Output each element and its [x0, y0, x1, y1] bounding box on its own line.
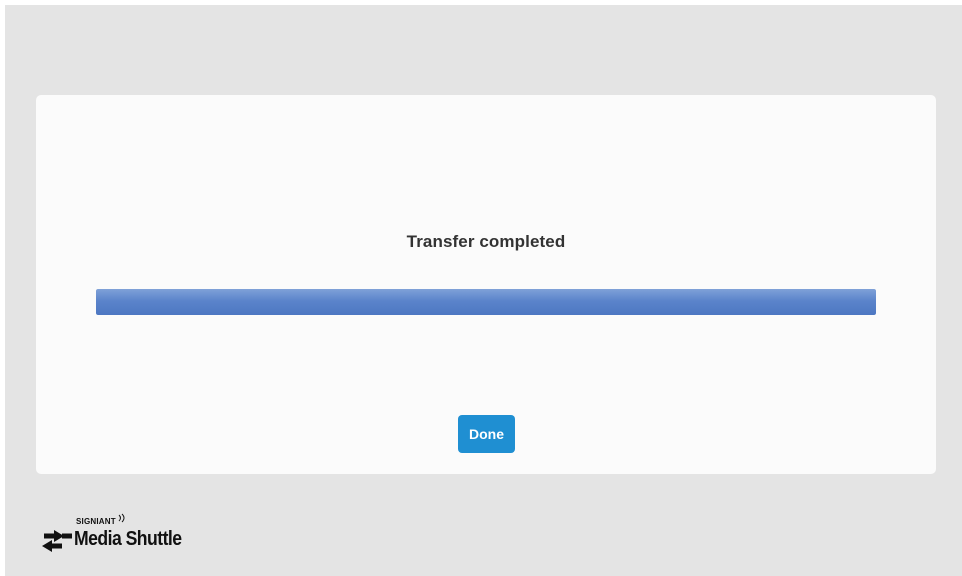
transfer-dialog: Transfer completed Done — [36, 95, 936, 474]
transfer-arrows-icon — [42, 530, 72, 552]
media-shuttle-logo: SIGNIANT Media Shuttle — [38, 513, 198, 557]
progress-bar-fill — [96, 289, 876, 315]
media-shuttle-product-text: Media Shuttle — [74, 528, 182, 550]
signal-waves-icon — [118, 513, 125, 523]
signiant-brand-text: SIGNIANT — [76, 517, 116, 526]
app-background: Transfer completed Done SIGNIANT Media S… — [5, 5, 962, 576]
transfer-progress-bar — [96, 289, 876, 315]
done-button[interactable]: Done — [458, 415, 515, 453]
transfer-status-text: Transfer completed — [406, 232, 566, 251]
